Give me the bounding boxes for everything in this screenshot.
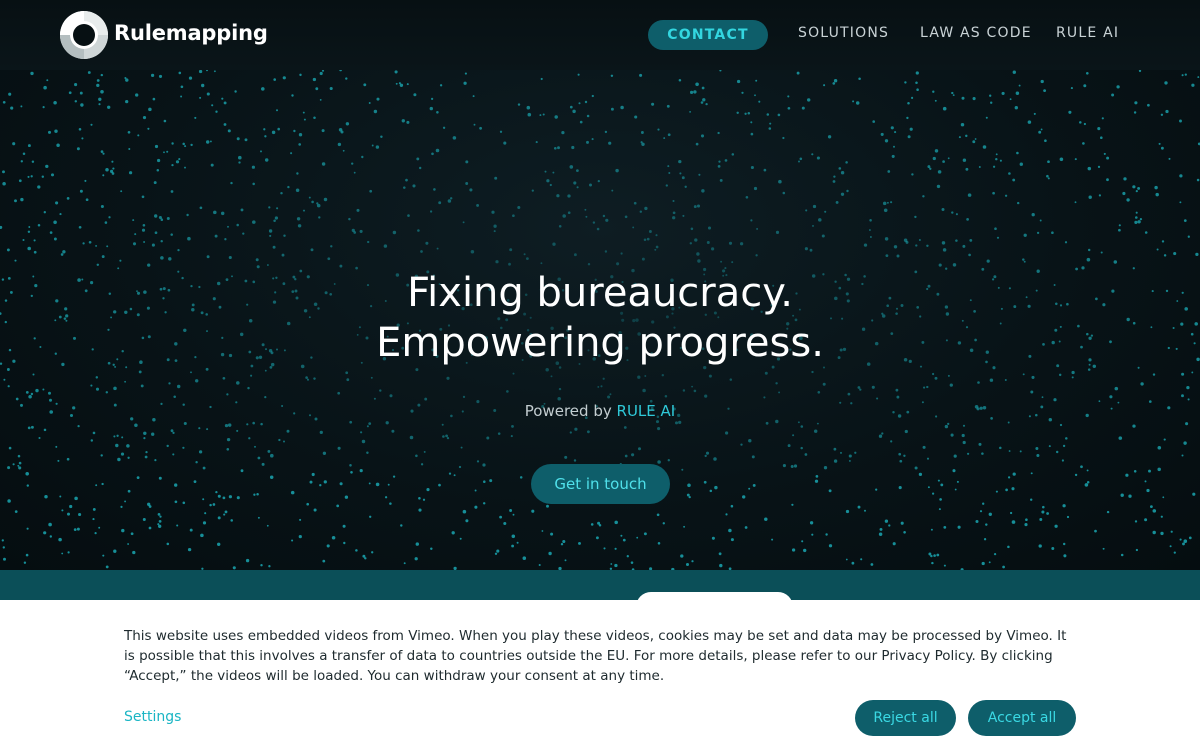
cookie-banner: This website uses embedded videos from V… xyxy=(0,600,1200,750)
brand-name[interactable]: Rulemapping xyxy=(114,21,268,45)
nav-item-rule-ai[interactable]: RULE AI xyxy=(1056,25,1119,41)
get-in-touch-button[interactable]: Get in touch xyxy=(531,464,670,504)
powered-by-rule-ai-link[interactable]: RULE AI xyxy=(617,402,676,420)
hero-headline: Fixing bureaucracy. Empowering progress. xyxy=(0,268,1200,368)
powered-by: Powered by RULE AI xyxy=(0,402,1200,420)
reject-all-button[interactable]: Reject all xyxy=(855,700,956,736)
hero-headline-line2: Empowering progress. xyxy=(376,320,824,366)
hero-section: Fixing bureaucracy. Empowering progress.… xyxy=(0,0,1200,570)
nav-contact-button[interactable]: CONTACT xyxy=(648,20,768,50)
nav-item-law-as-code[interactable]: LAW AS CODE xyxy=(920,25,1032,41)
cookie-settings-link[interactable]: Settings xyxy=(124,709,181,725)
hero-headline-line1: Fixing bureaucracy. xyxy=(407,270,793,316)
accept-all-button[interactable]: Accept all xyxy=(968,700,1076,736)
nav-item-solutions[interactable]: SOLUTIONS xyxy=(798,25,889,41)
cookie-banner-text: This website uses embedded videos from V… xyxy=(124,628,1067,684)
rulemapping-logo-icon[interactable] xyxy=(60,11,108,59)
powered-by-prefix: Powered by xyxy=(524,402,612,420)
site-header: Rulemapping CONTACT SOLUTIONS LAW AS COD… xyxy=(0,0,1200,70)
